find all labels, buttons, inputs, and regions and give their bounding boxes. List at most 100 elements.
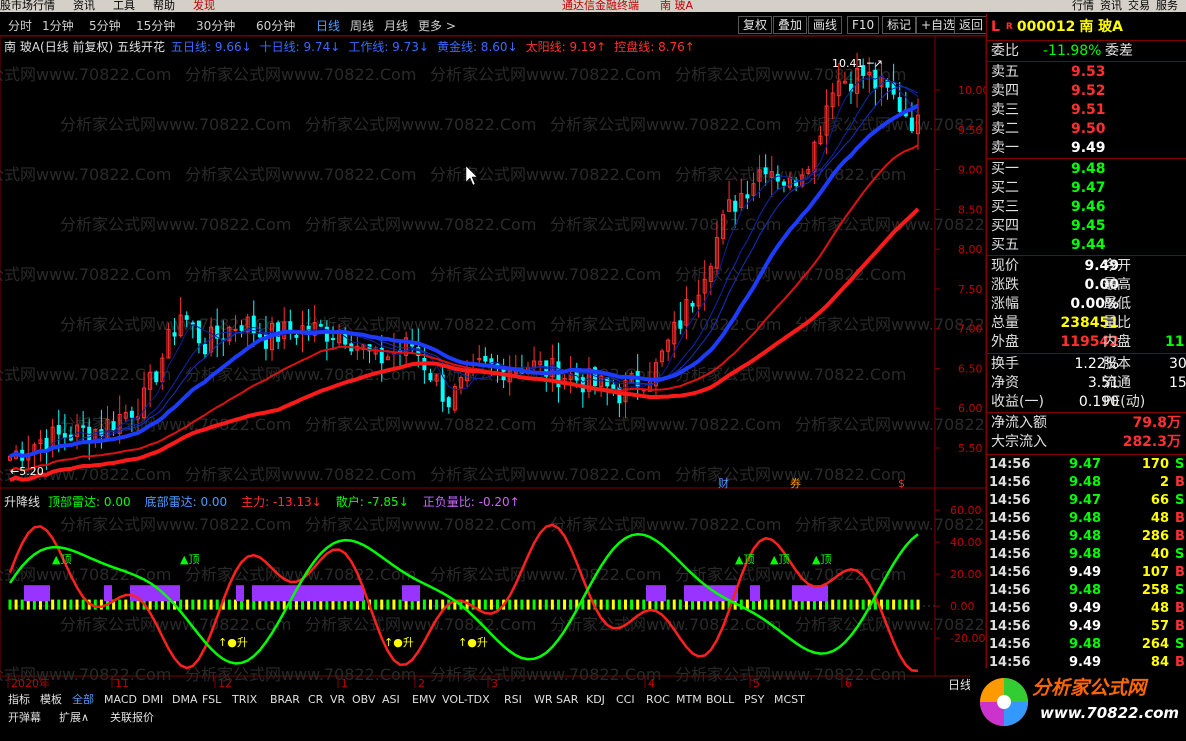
candle-body: [909, 117, 914, 132]
candle-body: [129, 410, 134, 418]
indicator-tab[interactable]: MACD: [104, 692, 137, 708]
ratio-bar: [605, 599, 609, 610]
ratio-bar: [508, 599, 512, 610]
candle-body: [257, 334, 262, 338]
indicator-tab[interactable]: RSI: [504, 692, 522, 708]
indicator-tab[interactable]: ASI: [382, 692, 400, 708]
indicator-tab[interactable]: 模板: [40, 692, 62, 708]
weibi-value: -11.98%: [1043, 43, 1102, 59]
candle-body: [446, 397, 451, 408]
indicator-tab[interactable]: MCST: [774, 692, 805, 708]
indicator-tab[interactable]: DMI: [142, 692, 163, 708]
indicator-tab[interactable]: CCI: [616, 692, 635, 708]
indicator-tab[interactable]: TRIX: [232, 692, 257, 708]
menu-right-item[interactable]: 资讯: [1100, 0, 1122, 12]
tick-time: 14:56: [989, 475, 1031, 490]
ratio-bar: [599, 599, 603, 610]
stat-label: 现价: [991, 258, 1019, 274]
indicator-tab[interactable]: DMA: [172, 692, 198, 708]
watermark: 分析家公式网www.70822.Com: [795, 415, 986, 434]
quote-panel: L R 000012 南 玻A 委比 -11.98% 委差 卖五 9.53 卖四 9.52 卖三 9.5…: [986, 14, 1186, 682]
ratio-bar: [227, 599, 231, 610]
bottom-action-tab[interactable]: 开弹幕: [8, 710, 41, 726]
indicator-tab[interactable]: BRAR: [270, 692, 300, 708]
date-label: 3: [491, 677, 498, 690]
watermark: 分析家公式网www.70822.Com: [430, 265, 661, 284]
ratio-bar: [51, 599, 55, 610]
indicator-tab[interactable]: VOL-TDX: [442, 692, 490, 708]
indicator-tab[interactable]: 全部: [72, 692, 94, 708]
ratio-bar: [124, 599, 128, 610]
ratio-bar: [203, 599, 207, 610]
candle-body: [62, 433, 67, 439]
ratio-bar: [569, 599, 573, 610]
ratio-bar: [623, 599, 627, 610]
bottom-action-tab[interactable]: 扩展∧: [59, 710, 89, 726]
top-signal-mark: ▲顶: [770, 553, 789, 566]
event-mark[interactable]: 财: [718, 476, 729, 490]
rise-signal-mark: ↑●升: [384, 636, 414, 649]
indicator-tab[interactable]: KDJ: [586, 692, 605, 708]
ratio-bar: [672, 599, 676, 610]
watermark: 分析家公式网www.70822.Com: [185, 265, 416, 284]
tick-volume: 286: [1141, 529, 1169, 544]
bid-label: 买二: [991, 180, 1019, 196]
indicator-tab[interactable]: BOLL: [706, 692, 734, 708]
volume-ratio-block: [402, 585, 420, 602]
event-mark[interactable]: $: [898, 477, 905, 490]
stat-label2: 今开: [1103, 258, 1131, 274]
fund-label2: 流通: [1103, 375, 1131, 391]
ratio-bar: [520, 599, 524, 610]
indicator-tab[interactable]: MTM: [676, 692, 702, 708]
tick-side: B: [1175, 529, 1185, 544]
kline-chart[interactable]: 分析家公式网www.70822.Com 分析家公式网www.70822.Com 分析…: [0, 0, 986, 690]
indicator-tab[interactable]: CR: [308, 692, 323, 708]
stat-value2: 11: [1165, 334, 1185, 350]
indicator-tab[interactable]: ROC: [646, 692, 670, 708]
volume-ratio-block: [24, 585, 50, 602]
ratio-bar: [782, 599, 786, 610]
tick-row: 14:56 9.48 2 B: [989, 474, 1185, 492]
tick-time: 14:56: [989, 565, 1031, 580]
logo-url: www.70822.com: [1040, 704, 1179, 722]
date-label: 2020年: [11, 676, 50, 690]
indicator-tab[interactable]: OBV: [352, 692, 375, 708]
menu-right-item[interactable]: 行情: [1072, 0, 1094, 12]
watermark: 分析家公式网www.70822.Com: [185, 65, 416, 84]
indicator-tab[interactable]: WR: [534, 692, 553, 708]
sub-indicator-value: 底部雷达: 0.00: [144, 495, 228, 509]
sub-indicator-title: 升降线: [4, 495, 41, 509]
pinwheel-icon: [980, 678, 1028, 726]
menu-right-item[interactable]: 交易: [1128, 0, 1150, 12]
stat-label: 涨幅: [991, 296, 1019, 312]
ratio-bar: [380, 599, 384, 610]
indicator-tab[interactable]: FSL: [202, 692, 221, 708]
date-label: 2: [418, 677, 425, 690]
ratio-bar: [514, 599, 518, 610]
volume-ratio-block: [792, 585, 828, 602]
watermark: 分析家公式网www.70822.Com: [795, 515, 986, 534]
ask-label: 卖三: [991, 102, 1019, 118]
indicator-tab[interactable]: PSY: [744, 692, 764, 708]
ratio-bar: [81, 599, 85, 610]
high-price-mark: 10.41 ─↗: [832, 57, 883, 70]
indicator-tab[interactable]: SAR: [556, 692, 578, 708]
menu-right-item[interactable]: 服务: [1156, 0, 1178, 12]
price-label: 7.00: [958, 323, 983, 336]
watermark: 分析家公式网www.70822.Com: [430, 665, 661, 684]
candle-body: [56, 424, 61, 435]
stat-label2: 最高: [1103, 277, 1131, 293]
indicator-tab[interactable]: VR: [330, 692, 345, 708]
watermark: 分析家公式网www.70822.Com: [60, 415, 291, 434]
indicator-tab[interactable]: 指标: [8, 692, 30, 708]
ratio-bar: [20, 599, 24, 610]
ratio-bar: [788, 599, 792, 610]
candle-body: [330, 338, 335, 341]
bottom-action-tab[interactable]: 关联报价: [110, 710, 154, 726]
event-mark[interactable]: 券: [790, 476, 801, 490]
tick-price: 9.48: [1069, 511, 1102, 526]
indicator-tab[interactable]: EMV: [412, 692, 436, 708]
candle-body: [897, 97, 902, 112]
sub-indicator-value: 正负量比: -0.20↑: [422, 495, 520, 509]
volume-ratio-block: [104, 585, 112, 602]
